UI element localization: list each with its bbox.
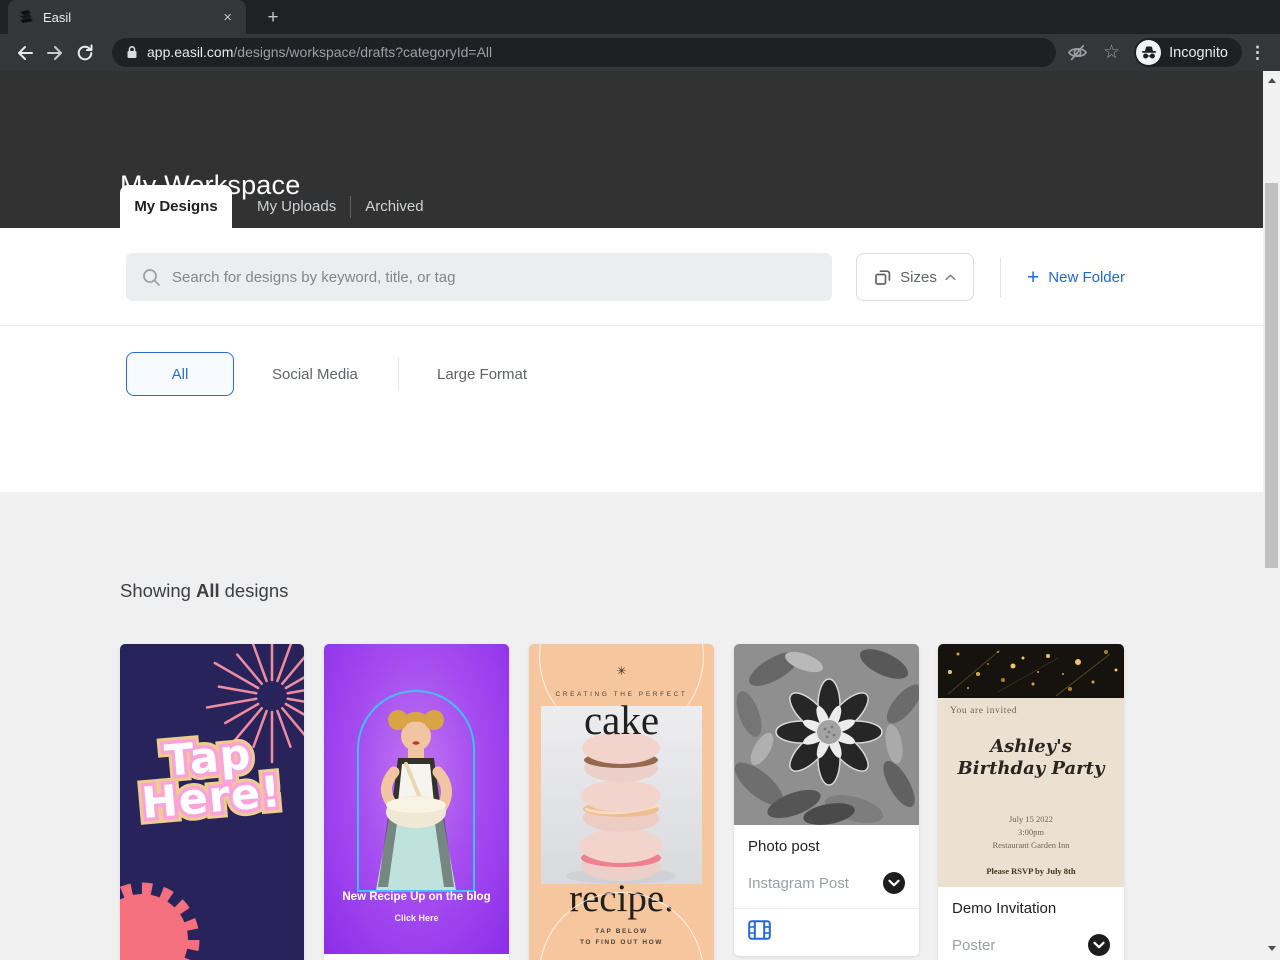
sizes-label: Sizes <box>900 268 937 286</box>
tab-title: Easil <box>43 9 72 25</box>
new-tab-icon[interactable]: + <box>261 6 285 30</box>
showing-line: Showing All designs <box>120 580 288 602</box>
design-card-create-from-blank[interactable]: TapHere! TapHere! TapHere! Create from b… <box>120 644 304 960</box>
filter-divider <box>398 358 399 390</box>
forward-icon[interactable] <box>40 38 70 68</box>
tab-archived[interactable]: Archived <box>351 185 437 228</box>
card-art-headline: New Recipe Up on the blog <box>342 891 491 903</box>
card-title[interactable]: Photo post <box>748 838 905 855</box>
workspace-tabs: My Designs My Uploads Archived <box>120 185 438 228</box>
card-art-time: 3:00pm <box>1018 827 1044 837</box>
card-type: Instagram Post <box>748 874 849 892</box>
design-thumbnail[interactable]: Tap Here! Tap Here! Tap Here! <box>120 644 304 960</box>
design-thumbnail[interactable]: ✳ CREATING THE PERFECT cake recipe. TAP … <box>529 644 714 960</box>
sparkle-icon: ✳ <box>616 664 627 678</box>
lock-icon <box>126 45 138 60</box>
search-row: Sizes + New Folder <box>0 228 1263 325</box>
flower-photo <box>734 644 919 825</box>
browser-tab[interactable]: Easil × <box>8 0 246 34</box>
gold-speckle-banner <box>938 644 1124 698</box>
baker-illustration <box>376 710 456 890</box>
toolbar-divider <box>1000 257 1001 297</box>
design-card-gradient[interactable]: New Recipe Up on the blog Click Here gra… <box>324 644 509 960</box>
new-folder-button[interactable]: + New Folder <box>1027 253 1125 301</box>
card-type: Poster <box>952 936 996 954</box>
card-art-cta: Click Here <box>394 913 439 923</box>
design-thumbnail[interactable]: New Recipe Up on the blog Click Here <box>324 644 509 954</box>
showing-suffix: designs <box>224 580 289 601</box>
easil-favicon-icon <box>18 9 34 25</box>
password-hidden-icon[interactable] <box>1067 34 1088 71</box>
tab-my-designs[interactable]: My Designs <box>120 185 232 228</box>
url-text: app.easil.com/designs/workspace/drafts?c… <box>147 44 492 60</box>
browser-menu-icon[interactable]: ⋮ <box>1249 34 1266 71</box>
search-input[interactable] <box>172 268 816 286</box>
browser-toolbar: app.easil.com/designs/workspace/drafts?c… <box>0 34 1280 71</box>
incognito-icon <box>1136 40 1162 65</box>
filter-social-media[interactable]: Social Media <box>272 352 358 396</box>
tab-my-uploads[interactable]: My Uploads <box>243 185 350 228</box>
tab-close-icon[interactable]: × <box>219 9 236 26</box>
url-bar[interactable]: app.easil.com/designs/workspace/drafts?c… <box>112 37 1056 67</box>
showing-prefix: Showing <box>120 580 191 601</box>
plus-icon: + <box>1027 265 1040 289</box>
url-path: /designs/workspace/drafts?categoryId=All <box>233 44 493 60</box>
sizes-button[interactable]: Sizes <box>856 253 974 301</box>
card-art-venue: Restaurant Garden Inn <box>992 840 1070 850</box>
scrollbar-thumb[interactable] <box>1265 183 1278 568</box>
sizes-icon <box>874 268 892 286</box>
chevron-up-icon <box>945 274 956 281</box>
filter-large-format[interactable]: Large Format <box>437 352 527 396</box>
chevron-down-badge-icon[interactable] <box>883 872 905 894</box>
card-art-invited: You are invited <box>950 706 1018 716</box>
search-box[interactable] <box>126 253 832 301</box>
design-thumbnail[interactable]: You are invited Ashley's Birthday Party … <box>938 644 1124 887</box>
browser-tabstrip: Easil × + <box>0 0 1280 34</box>
animation-film-icon[interactable] <box>748 920 771 940</box>
showing-filter: All <box>195 580 220 601</box>
design-card-demo-invitation[interactable]: You are invited Ashley's Birthday Party … <box>938 644 1124 960</box>
page-scrollbar[interactable] <box>1263 71 1280 960</box>
design-thumbnail[interactable] <box>734 644 919 825</box>
scroll-down-icon[interactable] <box>1267 946 1276 951</box>
design-card-espresso-recipe[interactable]: ✳ CREATING THE PERFECT cake recipe. TAP … <box>529 644 714 960</box>
easil-page: My Workspace My Designs My Uploads Archi… <box>0 71 1263 960</box>
design-card-photo-post[interactable]: Photo post Instagram Post <box>734 644 919 956</box>
url-host: app.easil.com <box>147 44 234 60</box>
card-art-word1: cake <box>583 697 660 743</box>
screen: Easil × + app.easil.com/designs/workspac… <box>0 0 1280 960</box>
card-art-rsvp: Please RSVP by July 8th <box>986 866 1076 876</box>
card-art-date: July 15 2022 <box>1009 814 1053 824</box>
tap-here-art: Tap Here! Tap Here! Tap Here! <box>133 723 290 836</box>
search-icon <box>142 268 161 287</box>
filter-row: All Social Media Large Format <box>0 325 1263 492</box>
bookmark-star-icon[interactable]: ☆ <box>1103 34 1120 71</box>
back-icon[interactable] <box>10 38 40 68</box>
filter-all[interactable]: All <box>126 352 234 396</box>
scroll-up-icon[interactable] <box>1267 78 1276 83</box>
incognito-label: Incognito <box>1169 44 1228 61</box>
card-art-event: Birthday Party <box>957 758 1105 779</box>
page-header: My Workspace My Designs My Uploads Archi… <box>0 71 1263 228</box>
new-folder-label: New Folder <box>1048 268 1125 286</box>
incognito-badge: Incognito <box>1134 34 1242 71</box>
reload-icon[interactable] <box>70 38 100 68</box>
chevron-down-badge-icon[interactable] <box>1088 934 1110 956</box>
card-title[interactable]: Demo Invitation <box>952 900 1110 917</box>
designs-content: Showing All designs Tap Here! Tap Here! … <box>0 492 1263 960</box>
card-art-name: Ashley's <box>990 736 1072 757</box>
